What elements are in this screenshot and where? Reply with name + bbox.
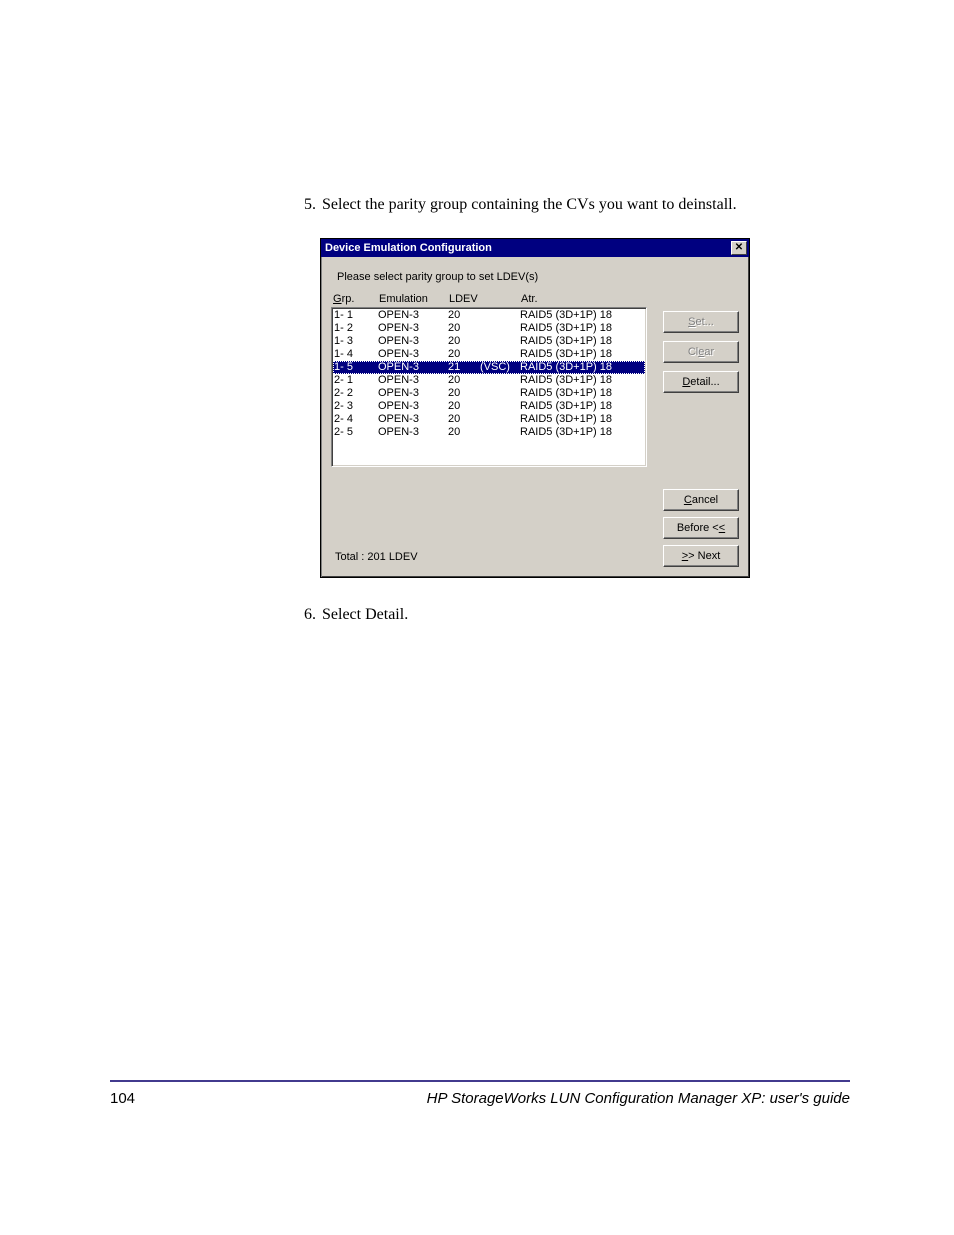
header-ldev: LDEV	[449, 293, 521, 305]
cancel-button[interactable]: Cancel	[663, 489, 739, 511]
footer-title: HP StorageWorks LUN Configuration Manage…	[427, 1090, 850, 1107]
close-icon[interactable]: ✕	[731, 241, 747, 255]
dialog-title: Device Emulation Configuration	[325, 242, 731, 254]
page-footer: 104 HP StorageWorks LUN Configuration Ma…	[110, 1090, 850, 1107]
before-button[interactable]: Before <<	[663, 517, 739, 539]
list-item[interactable]: 2- 3OPEN-320RAID5 (3D+1P) 18	[333, 400, 645, 413]
header-atr: Atr.	[521, 293, 739, 305]
column-headers: Grp. Emulation LDEV Atr.	[333, 293, 739, 305]
total-label: Total : 201 LDEV	[335, 551, 418, 563]
parity-group-list[interactable]: 1- 1OPEN-320RAID5 (3D+1P) 181- 2OPEN-320…	[331, 307, 647, 467]
list-item[interactable]: 2- 5OPEN-320RAID5 (3D+1P) 18	[333, 426, 645, 439]
step-5-number: 5.	[290, 196, 322, 214]
footer-rule	[110, 1080, 850, 1082]
detail-button[interactable]: Detail...	[663, 371, 739, 393]
list-item[interactable]: 2- 2OPEN-320RAID5 (3D+1P) 18	[333, 387, 645, 400]
list-item[interactable]: 1- 4OPEN-320RAID5 (3D+1P) 18	[333, 348, 645, 361]
set-button: Set...	[663, 311, 739, 333]
step-6-number: 6.	[290, 606, 322, 624]
header-emulation: Emulation	[379, 293, 449, 305]
step-5: 5. Select the parity group containing th…	[290, 196, 850, 214]
dialog-titlebar[interactable]: Device Emulation Configuration ✕	[321, 239, 749, 257]
next-button[interactable]: >> Next	[663, 545, 739, 567]
list-item[interactable]: 1- 2OPEN-320RAID5 (3D+1P) 18	[333, 322, 645, 335]
step-5-text: Select the parity group containing the C…	[322, 196, 850, 214]
dialog-instruction: Please select parity group to set LDEV(s…	[337, 271, 739, 283]
list-item[interactable]: 2- 4OPEN-320RAID5 (3D+1P) 18	[333, 413, 645, 426]
clear-button: Clear	[663, 341, 739, 363]
step-6: 6. Select Detail.	[290, 606, 850, 624]
header-grp: Grp.	[333, 293, 379, 305]
device-emulation-dialog: Device Emulation Configuration ✕ Please …	[320, 238, 750, 578]
list-item[interactable]: 2- 1OPEN-320RAID5 (3D+1P) 18	[333, 374, 645, 387]
list-item[interactable]: 1- 1OPEN-320RAID5 (3D+1P) 18	[333, 309, 645, 322]
step-6-text: Select Detail.	[322, 606, 850, 624]
list-item[interactable]: 1- 5OPEN-321(VSC)RAID5 (3D+1P) 18	[333, 361, 645, 374]
page-number: 104	[110, 1090, 135, 1107]
list-item[interactable]: 1- 3OPEN-320RAID5 (3D+1P) 18	[333, 335, 645, 348]
